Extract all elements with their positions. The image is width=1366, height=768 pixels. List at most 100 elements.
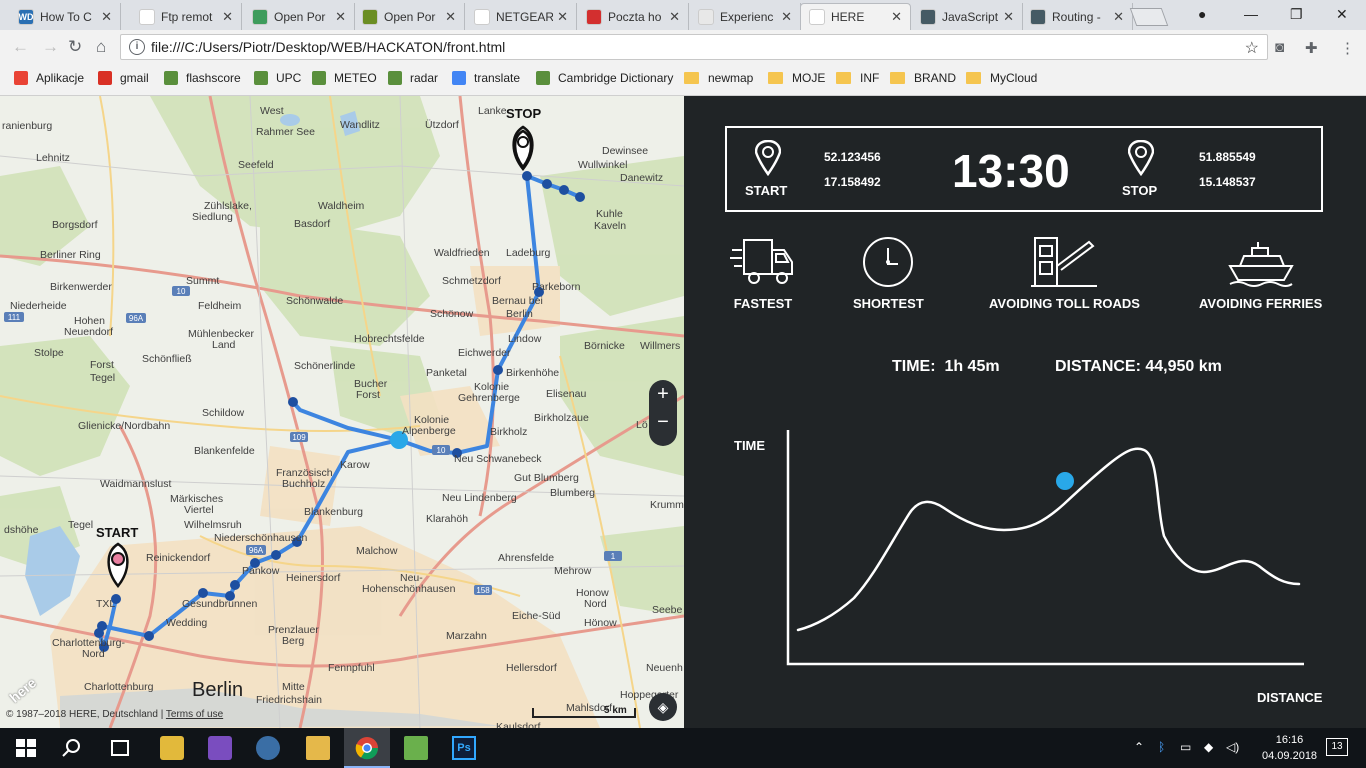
photoshop-icon[interactable]: Ps: [452, 736, 476, 760]
bookmark-site[interactable]: METEO: [312, 71, 377, 85]
close-window-icon[interactable]: ✕: [1336, 6, 1348, 23]
folder-icon: [966, 72, 981, 84]
zoom-in-button[interactable]: +: [649, 380, 677, 408]
place-label: ranienburg: [2, 120, 52, 132]
bookmark-folder[interactable]: MOJE: [768, 71, 825, 85]
postgresql-icon[interactable]: [256, 736, 280, 760]
bookmark-folder[interactable]: newmap: [684, 71, 753, 85]
bookmark-site[interactable]: radar: [388, 71, 438, 85]
bookmark-google[interactable]: translate: [452, 71, 520, 85]
visual-studio-icon[interactable]: [208, 736, 232, 760]
route-waypoint[interactable]: [198, 588, 208, 598]
place-label: Mehrow: [554, 565, 592, 577]
bookmark-folder[interactable]: BRAND: [890, 71, 956, 85]
reload-icon[interactable]: ↻: [68, 37, 82, 57]
zoom-out-button[interactable]: −: [649, 408, 677, 436]
option-shortest[interactable]: SHORTEST: [853, 236, 924, 311]
maximize-icon[interactable]: ❐: [1290, 6, 1303, 23]
tab-close-icon[interactable]: ✕: [101, 9, 112, 25]
browser-tab[interactable]: WD How To C ✕: [10, 3, 121, 30]
bookmark-site[interactable]: flashscore: [164, 71, 241, 85]
option-avoid-toll[interactable]: AVOIDING TOLL ROADS: [989, 236, 1140, 311]
bookmark-folder[interactable]: MyCloud: [966, 71, 1037, 85]
bookmark-site[interactable]: UPC: [254, 71, 301, 85]
extension-icon[interactable]: ✚: [1305, 39, 1318, 57]
bookmark-label: UPC: [276, 71, 302, 85]
search-icon[interactable]: [60, 736, 84, 760]
bookmark-site[interactable]: Cambridge Dictionary: [536, 71, 673, 85]
place-label: Birkenhöhe: [506, 367, 559, 379]
bookmark-folder[interactable]: INF: [836, 71, 879, 85]
tab-close-icon[interactable]: ✕: [445, 9, 456, 25]
browser-tab[interactable]: Routing - ✕: [1022, 3, 1133, 30]
browser-tab[interactable]: NETGEAR ✕: [466, 3, 577, 30]
start-label: START: [96, 525, 139, 540]
access-app-icon[interactable]: [160, 736, 184, 760]
route-waypoint[interactable]: [288, 397, 298, 407]
new-tab-button[interactable]: [1129, 8, 1169, 26]
browser-tab[interactable]: Ftp remot ✕: [131, 3, 242, 30]
option-avoid-ferries[interactable]: AVOIDING FERRIES: [1199, 236, 1322, 311]
home-icon[interactable]: ⌂: [96, 37, 106, 57]
tab-close-icon[interactable]: ✕: [335, 9, 346, 25]
tab-close-icon[interactable]: ✕: [222, 9, 233, 25]
tab-close-icon[interactable]: ✕: [1003, 9, 1014, 25]
browser-tab[interactable]: Open Por ✕: [244, 3, 355, 30]
map-canvas[interactable]: 10 111 96A 109 10 96A 158 1 West Lanke Rah…: [0, 96, 684, 728]
notifications-icon[interactable]: 13: [1326, 738, 1348, 756]
route-waypoint[interactable]: [522, 171, 532, 181]
tab-close-icon[interactable]: ✕: [781, 9, 792, 25]
bookmark-label: BRAND: [914, 71, 957, 85]
route-waypoint[interactable]: [97, 621, 107, 631]
option-fastest[interactable]: FASTEST: [730, 236, 796, 311]
forward-icon[interactable]: →: [42, 37, 59, 57]
back-icon[interactable]: ←: [12, 37, 29, 57]
tab-close-icon[interactable]: ✕: [1113, 9, 1124, 25]
bookmark-gmail[interactable]: gmail: [98, 71, 149, 85]
bluetooth-icon[interactable]: ᛒ: [1158, 740, 1165, 754]
route-waypoint[interactable]: [144, 631, 154, 641]
map-view[interactable]: 10 111 96A 109 10 96A 158 1 West Lanke Rah…: [0, 96, 684, 728]
tab-close-icon[interactable]: ✕: [669, 9, 680, 25]
menu-icon[interactable]: ⋮: [1340, 39, 1355, 57]
route-waypoint[interactable]: [493, 365, 503, 375]
browser-tab[interactable]: Experienc ✕: [690, 3, 801, 30]
battery-icon[interactable]: ▭: [1180, 740, 1191, 754]
route-waypoint[interactable]: [559, 185, 569, 195]
place-label: Karow: [340, 459, 370, 471]
place-label: Feldheim: [198, 300, 241, 312]
svg-text:96A: 96A: [249, 546, 264, 555]
browser-tab[interactable]: Poczta ho ✕: [578, 3, 689, 30]
volume-icon[interactable]: ◁): [1226, 740, 1239, 754]
route-waypoint[interactable]: [271, 550, 281, 560]
chrome-icon[interactable]: [355, 736, 379, 760]
stop-pin-icon: [1127, 139, 1154, 177]
browser-tab[interactable]: HERE ✕: [800, 3, 911, 30]
place-label: Schönow: [430, 308, 474, 320]
dropbox-icon[interactable]: ◆: [1204, 740, 1213, 754]
address-bar[interactable]: i file:///C:/Users/Piotr/Desktop/WEB/HAC…: [120, 34, 1268, 60]
minimize-icon[interactable]: —: [1244, 6, 1258, 22]
browser-tab[interactable]: JavaScript ✕: [912, 3, 1023, 30]
windows-start-icon[interactable]: [14, 736, 38, 760]
profile-icon[interactable]: ●: [1198, 6, 1206, 22]
tray-chevron-icon[interactable]: ⌃: [1134, 740, 1144, 754]
stop-pin-icon[interactable]: [512, 125, 534, 172]
terms-link[interactable]: Terms of use: [166, 709, 223, 720]
camera-icon[interactable]: ◙: [1275, 39, 1284, 56]
notepad-plus-icon[interactable]: [404, 736, 428, 760]
bookmark-apps[interactable]: Aplikacje: [14, 71, 84, 85]
layers-button[interactable]: ◈: [649, 693, 677, 721]
browser-tab[interactable]: Open Por ✕: [354, 3, 465, 30]
tab-close-icon[interactable]: ✕: [891, 9, 902, 25]
route-waypoint[interactable]: [542, 179, 552, 189]
bookmark-star-icon[interactable]: ☆: [1245, 38, 1259, 58]
tab-close-icon[interactable]: ✕: [557, 9, 568, 25]
route-waypoint[interactable]: [230, 580, 240, 590]
route-waypoint[interactable]: [575, 192, 585, 202]
task-view-icon[interactable]: [108, 736, 132, 760]
info-icon[interactable]: i: [129, 39, 145, 55]
system-clock[interactable]: 16:16 04.09.2018: [1262, 732, 1317, 764]
map-copyright: © 1987–2018 HERE, Deutschland | Terms of…: [6, 709, 224, 720]
file-explorer-icon[interactable]: [306, 736, 330, 760]
